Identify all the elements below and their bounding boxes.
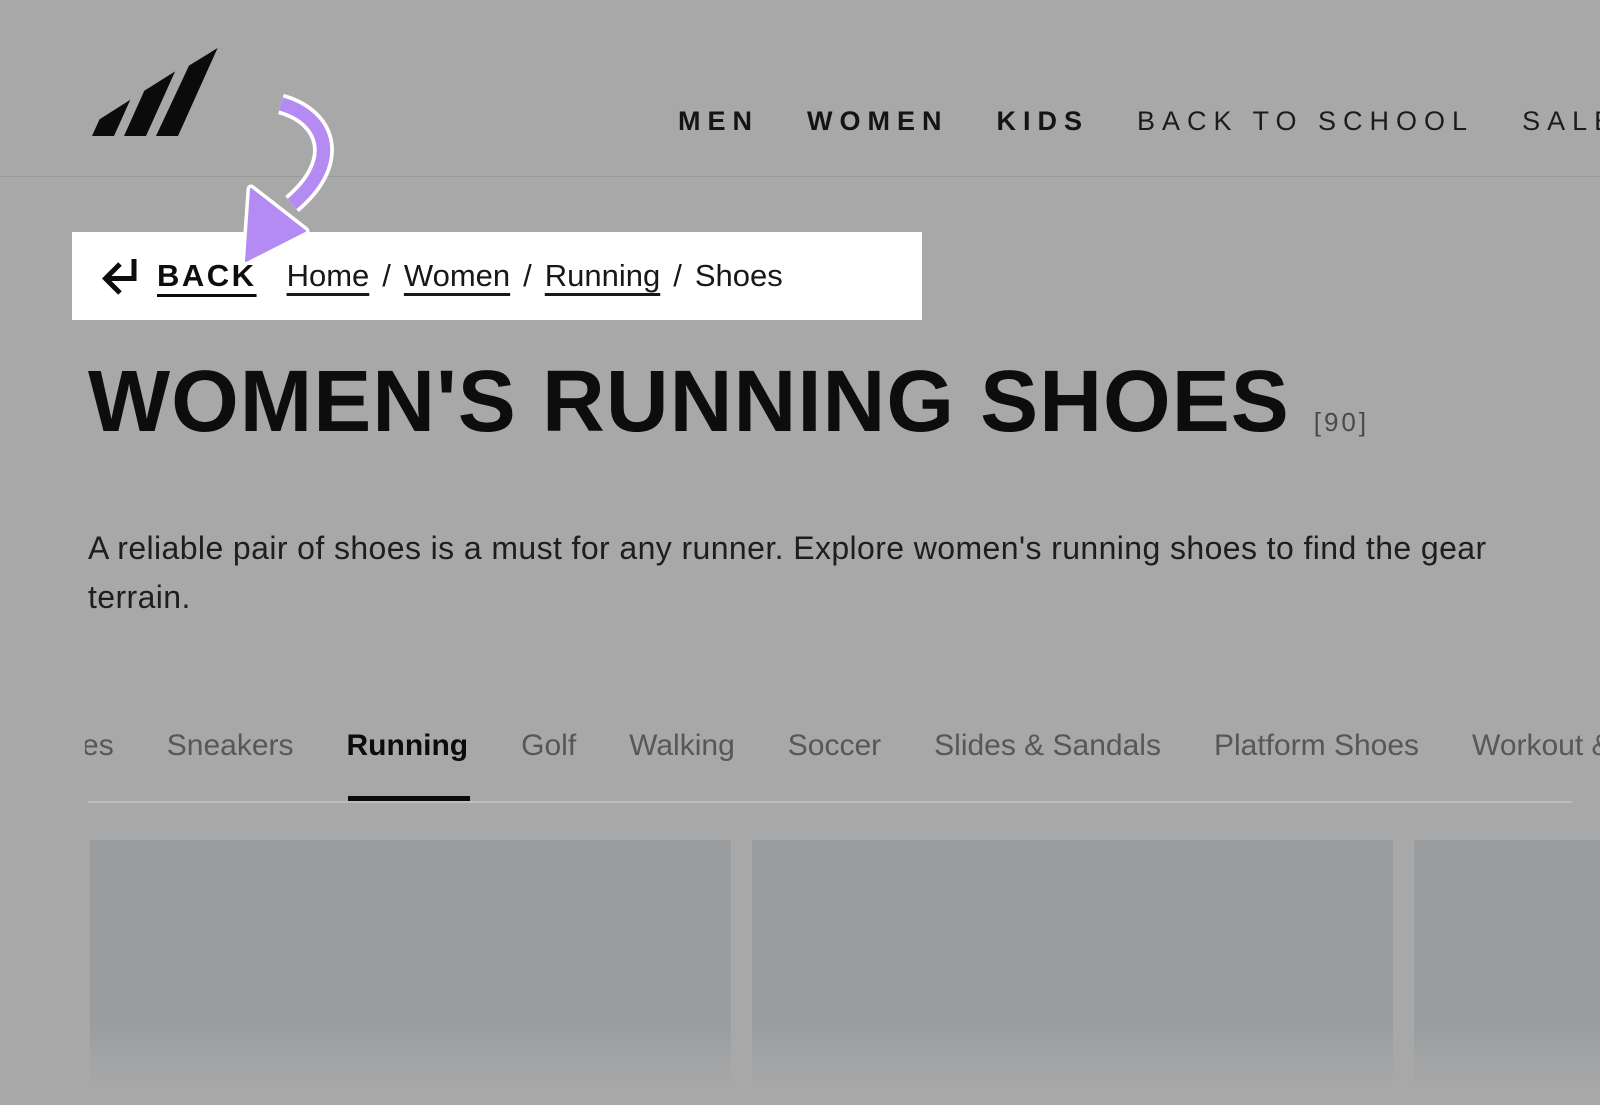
product-grid — [90, 840, 1600, 1092]
product-image-placeholder[interactable] — [752, 840, 1393, 1092]
page: MEN WOMEN KIDS BACK TO SCHOOL SALE BACK … — [0, 0, 1600, 1105]
breadcrumb-shoes-current: Shoes — [695, 258, 783, 294]
category-tabs: All Shoes Sneakers Running Golf Walking … — [85, 719, 1600, 803]
tab-soccer[interactable]: Soccer — [788, 719, 881, 795]
tab-platform-shoes[interactable]: Platform Shoes — [1214, 719, 1419, 795]
description-line: terrain. — [88, 573, 1487, 622]
breadcrumb-running[interactable]: Running — [545, 258, 660, 294]
title-row: WOMEN'S RUNNING SHOES [90] — [88, 356, 1369, 447]
tab-running[interactable]: Running — [347, 719, 469, 795]
breadcrumb: Home / Women / Running / Shoes — [287, 258, 783, 294]
tab-sneakers[interactable]: Sneakers — [167, 719, 294, 795]
result-count-badge: [90] — [1314, 407, 1369, 438]
tabs-row: All Shoes Sneakers Running Golf Walking … — [85, 719, 1600, 795]
main-nav: MEN WOMEN KIDS BACK TO SCHOOL SALE — [678, 106, 1600, 137]
tab-slides-sandals[interactable]: Slides & Sandals — [934, 719, 1161, 795]
nav-item-men[interactable]: MEN — [678, 106, 759, 137]
nav-item-back-to-school[interactable]: BACK TO SCHOOL — [1137, 106, 1474, 137]
tab-all-shoes[interactable]: All Shoes — [85, 719, 114, 795]
tab-walking[interactable]: Walking — [629, 719, 735, 795]
category-description: A reliable pair of shoes is a must for a… — [88, 524, 1487, 622]
product-image-placeholder[interactable] — [1414, 840, 1600, 1092]
back-arrow-icon — [98, 256, 140, 296]
breadcrumb-separator: / — [673, 258, 682, 294]
back-label: BACK — [157, 258, 257, 294]
tab-workout-gym[interactable]: Workout & Gym — [1472, 719, 1600, 795]
breadcrumb-separator: / — [382, 258, 391, 294]
breadcrumb-spotlight: BACK Home / Women / Running / Shoes — [72, 232, 922, 320]
nav-item-women[interactable]: WOMEN — [807, 106, 948, 137]
breadcrumb-women[interactable]: Women — [404, 258, 510, 294]
nav-item-sale[interactable]: SALE — [1522, 106, 1600, 137]
back-button[interactable]: BACK — [98, 256, 257, 296]
tab-golf[interactable]: Golf — [521, 719, 576, 795]
adidas-logo[interactable] — [88, 48, 224, 136]
description-line: A reliable pair of shoes is a must for a… — [88, 524, 1487, 573]
product-image-placeholder[interactable] — [90, 840, 731, 1092]
tabs-divider — [88, 801, 1572, 803]
breadcrumb-separator: / — [523, 258, 532, 294]
breadcrumb-home[interactable]: Home — [287, 258, 370, 294]
page-title: WOMEN'S RUNNING SHOES — [88, 356, 1290, 447]
nav-item-kids[interactable]: KIDS — [996, 106, 1089, 137]
header-divider — [0, 176, 1600, 177]
